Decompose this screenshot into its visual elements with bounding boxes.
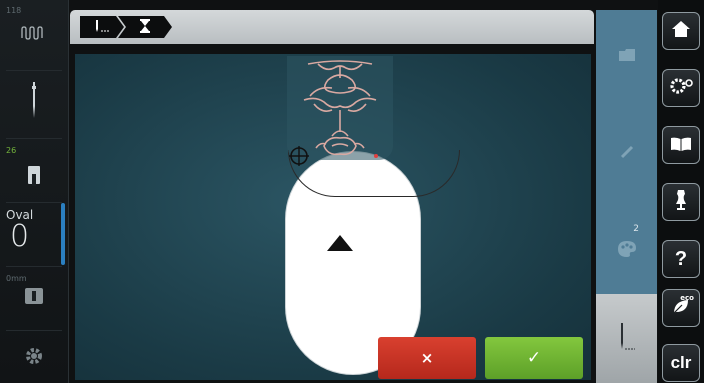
- home-icon: [671, 20, 691, 42]
- embroidery-canvas[interactable]: [75, 54, 591, 380]
- move-up-arrow[interactable]: [327, 235, 353, 251]
- tool-file[interactable]: [596, 22, 657, 88]
- pencil-icon: [620, 144, 634, 163]
- help-button[interactable]: ?: [662, 240, 700, 278]
- needle-plate-icon: [0, 288, 68, 304]
- status-bar: 118 26 Oval 0 0mm: [0, 0, 69, 383]
- confirm-button[interactable]: ✓: [485, 337, 583, 379]
- color-count-badge: 2: [633, 224, 639, 234]
- thread-count: 26: [6, 146, 17, 155]
- setup-button[interactable]: [662, 69, 700, 107]
- hoop-value: 0: [10, 219, 30, 254]
- needle-stitch-icon: [93, 19, 111, 36]
- crumb-stitch[interactable]: [80, 16, 124, 38]
- needle-plate-label: 0mm: [6, 274, 27, 283]
- presser-foot-status[interactable]: 26: [0, 140, 68, 200]
- tutorial-button[interactable]: [662, 126, 700, 164]
- needle-edit-icon: [617, 322, 637, 355]
- needle-plate-status[interactable]: 0mm: [0, 268, 68, 328]
- home-button[interactable]: [662, 12, 700, 50]
- book-icon: [671, 136, 691, 155]
- cancel-button[interactable]: ×: [378, 337, 476, 379]
- close-icon: ×: [420, 349, 434, 367]
- cog-icon: [0, 346, 68, 366]
- tool-edit[interactable]: [596, 120, 657, 186]
- needle-status[interactable]: [0, 72, 68, 136]
- eco-label: eco: [680, 294, 694, 302]
- help-icon: ?: [674, 247, 688, 270]
- needle-icon: [0, 82, 68, 118]
- hourglass-icon: [140, 19, 150, 36]
- stitch-pattern-icon: [0, 26, 68, 40]
- tool-color[interactable]: 2: [596, 218, 657, 284]
- tool-column: 2: [596, 10, 657, 383]
- settings-status[interactable]: [0, 332, 68, 382]
- breadcrumb: [70, 10, 594, 44]
- palette-icon: [617, 240, 637, 262]
- dress-form-icon: [675, 190, 687, 214]
- consultant-button[interactable]: [662, 183, 700, 221]
- stitch-info[interactable]: 118: [0, 0, 68, 68]
- clear-label: clr: [670, 353, 692, 372]
- active-indicator: [61, 203, 65, 265]
- presser-foot-icon: [0, 164, 68, 186]
- clear-button[interactable]: clr: [662, 344, 700, 382]
- crumb-embroidery[interactable]: [118, 16, 172, 38]
- tool-stitch[interactable]: [596, 294, 657, 383]
- eco-button[interactable]: eco: [662, 289, 700, 327]
- folder-icon: [618, 46, 635, 65]
- checkmark-icon: ✓: [526, 348, 542, 368]
- function-column: ? eco clr: [658, 0, 704, 383]
- gear-icon: [669, 77, 693, 99]
- top-number: 118: [6, 6, 22, 15]
- hoop-selector[interactable]: Oval 0: [0, 204, 68, 264]
- crosshair-icon[interactable]: [289, 146, 309, 166]
